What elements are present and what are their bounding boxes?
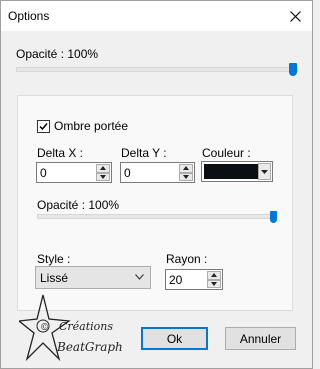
shadow-checkbox-label: Ombre portée (54, 119, 129, 133)
delta-x-up-button[interactable] (96, 164, 110, 173)
arrow-up-icon (100, 166, 106, 171)
chevron-down-icon (135, 274, 144, 280)
shadow-opacity-slider-thumb[interactable] (270, 211, 277, 223)
watermark-line2: BeatGraph (56, 340, 123, 354)
cancel-button[interactable]: Annuler (225, 327, 296, 350)
triangle-down-icon (261, 169, 268, 174)
delta-y-spinner[interactable]: 0 (120, 162, 195, 183)
delta-y-up-button[interactable] (179, 164, 193, 173)
arrow-up-icon (211, 273, 217, 278)
arrow-down-icon (100, 174, 106, 179)
delta-y-down-button[interactable] (179, 172, 193, 181)
close-button[interactable] (278, 1, 312, 31)
color-dropdown-button[interactable] (258, 163, 271, 180)
ok-button[interactable]: Ok (141, 327, 208, 350)
main-opacity-label: Opacité : 100% (16, 47, 99, 61)
checkmark-icon (39, 123, 48, 131)
radius-down-button[interactable] (207, 279, 221, 288)
radius-value: 20 (169, 273, 183, 287)
arrow-down-icon (211, 281, 217, 286)
options-dialog: Options Opacité : 100% Ombre portée Delt… (0, 0, 313, 369)
radius-label: Rayon : (166, 252, 208, 266)
title-bar: Options (1, 1, 312, 31)
color-picker[interactable] (201, 161, 273, 182)
delta-y-label: Delta Y : (121, 146, 167, 160)
delta-x-spinner[interactable]: 0 (36, 162, 112, 183)
main-opacity-slider[interactable] (16, 67, 298, 72)
delta-x-label: Delta X : (37, 146, 84, 160)
radius-up-button[interactable] (207, 271, 221, 280)
style-label: Style : (37, 252, 71, 266)
window-title: Options (8, 9, 50, 23)
shadow-opacity-label: Opacité : 100% (37, 198, 120, 212)
close-icon (289, 10, 301, 22)
arrow-down-icon (183, 174, 189, 179)
main-opacity-slider-thumb[interactable] (289, 63, 297, 76)
color-swatch (204, 164, 258, 179)
style-selected-value: Lissé (40, 271, 69, 285)
delta-y-value: 0 (124, 166, 131, 180)
delta-x-down-button[interactable] (96, 172, 110, 181)
watermark-line1: Créations (59, 320, 113, 333)
shadow-opacity-slider[interactable] (37, 214, 277, 219)
watermark-copyright: © (40, 323, 49, 333)
delta-x-value: 0 (40, 166, 47, 180)
arrow-up-icon (183, 166, 189, 171)
shadow-checkbox[interactable] (37, 120, 50, 133)
radius-spinner[interactable]: 20 (165, 269, 223, 290)
creations-beatgraph-watermark: © Créations BeatGraph (19, 294, 123, 362)
color-label: Couleur : (202, 146, 251, 160)
style-select[interactable]: Lissé (35, 266, 151, 289)
